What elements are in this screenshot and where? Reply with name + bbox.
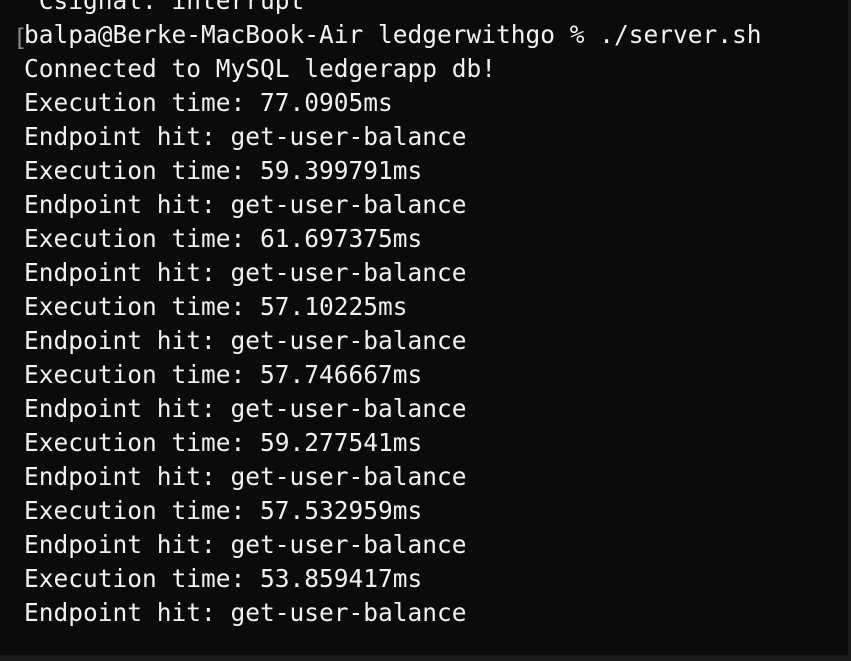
- output-line: Execution time: 57.532959ms: [24, 496, 423, 525]
- output-line: Execution time: 57.10225ms: [24, 292, 408, 321]
- output-line: Endpoint hit: get-user-balance: [24, 530, 467, 559]
- output-line: Execution time: 77.0905ms: [24, 88, 393, 117]
- mark-bracket: [: [13, 24, 28, 52]
- output-line: Execution time: 61.697375ms: [24, 224, 423, 253]
- output-line: Execution time: 53.859417ms: [24, 564, 423, 593]
- output-line: Execution time: 59.277541ms: [24, 428, 423, 457]
- output-line: Endpoint hit: get-user-balance: [24, 122, 467, 151]
- output-line: Endpoint hit: get-user-balance: [24, 190, 467, 219]
- interrupt-line: ^Csignal: interrupt: [24, 0, 305, 15]
- output-line: Endpoint hit: get-user-balance: [24, 326, 467, 355]
- output-line: Endpoint hit: get-user-balance: [24, 258, 467, 287]
- window-bottom-edge: [0, 655, 851, 661]
- output-line: Endpoint hit: get-user-balance: [24, 394, 467, 423]
- prompt-command-line: balpa@Berke-MacBook-Air ledgerwithgo % .…: [24, 20, 762, 49]
- output-line: Endpoint hit: get-user-balance: [24, 462, 467, 491]
- output-line: Execution time: 57.746667ms: [24, 360, 423, 389]
- output-line: Connected to MySQL ledgerapp db!: [24, 54, 497, 83]
- terminal-window[interactable]: [ ^Csignal: interrupt balpa@Berke-MacBoo…: [0, 0, 851, 661]
- output-line: Endpoint hit: get-user-balance: [24, 598, 467, 627]
- terminal-output: ^Csignal: interrupt balpa@Berke-MacBook-…: [24, 0, 762, 630]
- output-line: Execution time: 59.399791ms: [24, 156, 423, 185]
